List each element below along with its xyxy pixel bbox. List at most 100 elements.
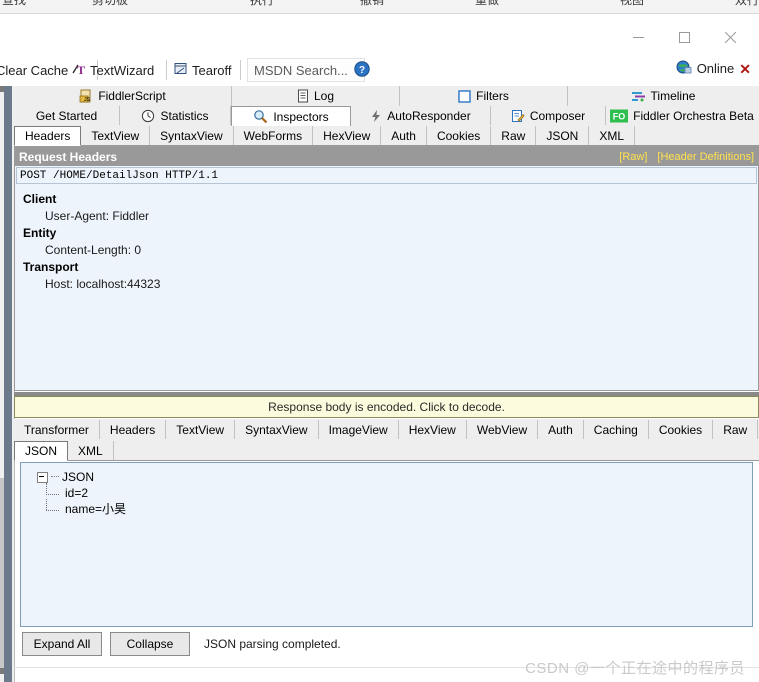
tab-composer[interactable]: Composer: [491, 106, 606, 126]
response-tab-caching[interactable]: Caching: [583, 420, 649, 439]
tearoff-label: Tearoff: [192, 62, 232, 78]
globe-icon: [676, 59, 692, 78]
tab-composer-label: Composer: [529, 109, 586, 123]
header-definitions-link[interactable]: [Header Definitions]: [657, 151, 754, 163]
tab-timeline-label: Timeline: [650, 89, 696, 103]
header-item-user-agent[interactable]: User-Agent: Fiddler: [23, 208, 756, 225]
text-wizard-label: TextWizard: [90, 62, 155, 78]
tab-statistics[interactable]: Statistics: [120, 106, 231, 126]
cut-toolbar-item[interactable]: 撤销: [360, 0, 384, 8]
fiddler-window: 查找 剪切板 执行 撤销 重做 视图 双行重文本编辑器: [0, 0, 759, 682]
composer-icon: [511, 109, 525, 123]
cut-toolbar-item[interactable]: 执行: [250, 0, 274, 8]
request-tab-xml[interactable]: XML: [589, 126, 636, 145]
request-inspector-tabs: Headers TextView SyntaxView WebForms Hex…: [14, 125, 759, 146]
request-line[interactable]: POST /HOME/DetailJson HTTP/1.1: [16, 167, 757, 184]
request-headers-tree[interactable]: Client User-Agent: Fiddler Entity Conten…: [17, 187, 756, 388]
collapse-button[interactable]: Collapse: [110, 632, 190, 656]
main-tabs-row-2: Get Started Statistics Inspectors AutoRe…: [14, 106, 759, 126]
online-status[interactable]: Online ✕: [676, 59, 751, 78]
tab-timeline[interactable]: Timeline: [568, 86, 758, 106]
svg-text:T: T: [77, 63, 85, 76]
header-group-entity[interactable]: Entity: [23, 225, 756, 242]
request-tab-raw[interactable]: Raw: [491, 126, 537, 145]
collapse-expander-icon[interactable]: [37, 471, 48, 483]
request-tab-auth[interactable]: Auth: [381, 126, 427, 145]
tab-autoresponder[interactable]: AutoResponder: [351, 106, 491, 126]
tearoff-icon: [174, 62, 188, 79]
cut-toolbar-item[interactable]: 查找: [2, 0, 26, 8]
response-tab-transformer[interactable]: Transformer: [14, 420, 100, 439]
minimize-button[interactable]: [615, 24, 661, 50]
left-scrollbar[interactable]: [0, 86, 15, 682]
svg-text:JS: JS: [84, 97, 91, 103]
header-item-content-length[interactable]: Content-Length: 0: [23, 242, 756, 259]
request-tab-headers[interactable]: Headers: [14, 126, 82, 146]
panel-edge-band: [4, 86, 12, 682]
svg-text:?: ?: [359, 65, 365, 76]
cut-toolbar-item[interactable]: 剪切板: [92, 0, 128, 8]
request-tab-syntaxview[interactable]: SyntaxView: [150, 126, 234, 145]
json-tree-root[interactable]: JSON: [29, 469, 752, 485]
response-tab-xml[interactable]: XML: [68, 441, 114, 460]
tab-filters[interactable]: Filters: [400, 86, 568, 106]
tab-get-started-label: Get Started: [35, 109, 98, 123]
inspectors-icon: [253, 109, 268, 124]
tab-fiddler-orchestra[interactable]: FO Fiddler Orchestra Beta: [606, 106, 758, 126]
autoresponder-icon: [370, 109, 382, 123]
tearoff-button[interactable]: Tearoff: [174, 59, 232, 81]
text-wizard-button[interactable]: T TextWizard: [72, 59, 154, 81]
request-tab-textview[interactable]: TextView: [81, 126, 151, 145]
cut-toolbar-item[interactable]: 双行重文本编辑器: [735, 0, 759, 8]
header-group-client[interactable]: Client: [23, 191, 756, 208]
tab-log[interactable]: Log: [232, 86, 400, 106]
request-tab-cookies[interactable]: Cookies: [426, 126, 492, 145]
header-item-host[interactable]: Host: localhost:44323: [23, 276, 756, 293]
response-inspector-tabs: Transformer Headers TextView SyntaxView …: [14, 419, 759, 440]
window-titlebar: [0, 14, 759, 55]
msdn-search-input[interactable]: MSDN Search...: [247, 58, 365, 82]
response-tab-cookies[interactable]: Cookies: [648, 420, 714, 439]
response-tab-headers[interactable]: Headers: [99, 420, 167, 439]
window-controls: [615, 24, 753, 50]
tab-fiddlerscript[interactable]: JS FiddlerScript: [14, 86, 232, 106]
json-tree-node-id[interactable]: id=2: [29, 483, 752, 501]
response-tab-webview[interactable]: WebView: [466, 420, 539, 439]
response-tab-raw[interactable]: Raw: [713, 420, 759, 439]
main-tabstrip: JS FiddlerScript Log Filters Timeline Ge…: [14, 86, 759, 126]
tab-inspectors[interactable]: Inspectors: [231, 106, 351, 126]
response-tab-json[interactable]: JSON: [14, 441, 69, 461]
close-button[interactable]: [707, 24, 753, 50]
raw-link[interactable]: [Raw]: [619, 151, 647, 163]
json-tree-panel[interactable]: JSON id=2 name=小昊: [20, 462, 753, 627]
response-tab-hexview[interactable]: HexView: [398, 420, 467, 439]
request-tab-json[interactable]: JSON: [536, 126, 590, 145]
tab-fiddlerscript-label: FiddlerScript: [98, 89, 166, 103]
request-tab-hexview[interactable]: HexView: [313, 126, 382, 145]
expand-all-button[interactable]: Expand All: [22, 632, 102, 656]
response-tab-syntaxview[interactable]: SyntaxView: [235, 420, 319, 439]
cut-off-toolbar: 查找 剪切板 执行 撤销 重做 视图 双行重文本编辑器: [0, 0, 759, 14]
response-tab-imageview[interactable]: ImageView: [318, 420, 399, 439]
page-title: Request Headers: [19, 149, 118, 164]
cut-toolbar-item[interactable]: 视图: [620, 0, 644, 8]
help-button[interactable]: ?: [354, 61, 370, 77]
maximize-icon: [678, 31, 690, 43]
json-tree-node-name[interactable]: name=小昊: [29, 499, 752, 517]
maximize-button[interactable]: [661, 24, 707, 50]
help-icon: ?: [354, 61, 370, 77]
response-encoded-notice[interactable]: Response body is encoded. Click to decod…: [14, 396, 759, 418]
filters-icon: [458, 89, 471, 103]
fiddler-toolbar: Clear Cache T TextWizard Tearoff MSDN Se…: [0, 55, 759, 87]
request-headers-titlebar: Request Headers [Raw] [Header Definition…: [15, 147, 758, 166]
tab-get-started[interactable]: Get Started: [14, 106, 120, 126]
msdn-search-placeholder: MSDN Search...: [254, 62, 348, 78]
cut-toolbar-item[interactable]: 重做: [475, 0, 499, 8]
header-group-transport[interactable]: Transport: [23, 259, 756, 276]
request-tab-webforms[interactable]: WebForms: [233, 126, 314, 145]
response-tab-textview[interactable]: TextView: [166, 420, 236, 439]
online-close-icon[interactable]: ✕: [739, 62, 751, 76]
response-tab-auth[interactable]: Auth: [538, 420, 584, 439]
clear-cache-button[interactable]: Clear Cache: [0, 59, 68, 81]
main-tabs-row-1: JS FiddlerScript Log Filters Timeline: [14, 86, 759, 106]
